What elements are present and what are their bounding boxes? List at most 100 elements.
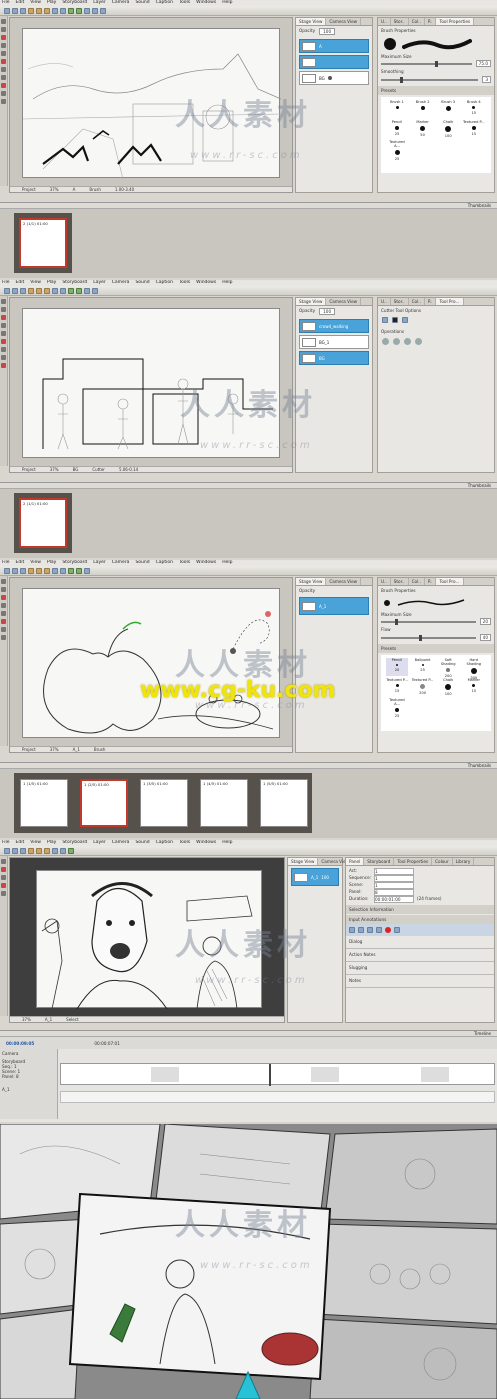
brush-preset[interactable]: Textured P... 15 (463, 120, 485, 138)
add-layer-icon[interactable] (76, 8, 82, 14)
brush-preset[interactable]: Brush 4 15 (463, 100, 485, 118)
opacity-input[interactable]: 100 (319, 28, 336, 35)
flip-horizontal-icon[interactable] (382, 338, 389, 345)
open-icon[interactable] (12, 568, 18, 574)
step-back-icon[interactable] (358, 927, 364, 933)
brush-tool-icon[interactable] (1, 315, 6, 320)
brush-preset[interactable]: Soft Shading 200 (437, 658, 459, 678)
play-icon[interactable] (92, 8, 98, 14)
brush-preset[interactable]: Brush 1 (386, 100, 408, 118)
cut-icon[interactable] (28, 8, 34, 14)
footer-zoom[interactable]: 37% (50, 747, 59, 752)
tab-tool-properties[interactable]: Tool Pro... (436, 298, 464, 305)
save-icon[interactable] (20, 288, 26, 294)
add-layer-icon[interactable] (76, 568, 82, 574)
pencil-tool-icon[interactable] (1, 875, 6, 880)
paste-icon[interactable] (44, 8, 50, 14)
layer-row[interactable]: A (299, 39, 369, 53)
tab-camera-view[interactable]: Camera View (326, 298, 362, 305)
rotate-ccw-icon[interactable] (415, 338, 422, 345)
tab-panel[interactable]: P.. (425, 578, 437, 585)
redo-icon[interactable] (60, 848, 66, 854)
panel-field[interactable]: 8 (374, 889, 414, 896)
tab-stage-view[interactable]: Stage View (296, 578, 327, 585)
undo-icon[interactable] (52, 8, 58, 14)
redo-icon[interactable] (60, 568, 66, 574)
select-tool-icon[interactable] (1, 579, 6, 584)
rotate-cw-icon[interactable] (404, 338, 411, 345)
transform-tool-icon[interactable] (1, 307, 6, 312)
panel-track[interactable] (60, 1063, 495, 1086)
select-tool-icon[interactable] (1, 299, 6, 304)
tab-colour[interactable]: Col.. (409, 298, 425, 305)
layer-row[interactable]: A_1 100 (291, 868, 339, 886)
paste-icon[interactable] (44, 568, 50, 574)
panel-thumbnail[interactable]: 1 (3/5) 01:00 (140, 779, 188, 827)
add-panel-icon[interactable] (68, 8, 74, 14)
brush-tool-icon[interactable] (1, 867, 6, 872)
text-tool-icon[interactable] (1, 51, 6, 56)
tab-storyboard[interactable]: Stor.. (391, 298, 409, 305)
open-icon[interactable] (12, 848, 18, 854)
brush-preset[interactable]: Marker 15 (463, 678, 485, 696)
brush-tip-icon[interactable] (384, 38, 396, 50)
eraser-tool-icon[interactable] (1, 59, 6, 64)
undo-icon[interactable] (52, 568, 58, 574)
panel-thumbnail[interactable]: 2 (1/1) 01:00 (19, 498, 67, 548)
select-tool-icon[interactable] (1, 859, 6, 864)
tab-panel[interactable]: P.. (425, 298, 437, 305)
layer-row[interactable]: crowd_walking (299, 319, 369, 333)
save-icon[interactable] (20, 848, 26, 854)
tab-tool-properties[interactable]: Tool Properties (394, 858, 433, 865)
step-forward-icon[interactable] (376, 927, 382, 933)
panel-thumbnail[interactable]: 1 (1/5) 01:00 (20, 779, 68, 827)
cutter-tool-icon[interactable] (1, 347, 6, 352)
tab-stage-view[interactable]: Stage View (288, 858, 319, 865)
brush-preset[interactable]: Textured P... 200 (412, 678, 434, 696)
dialog-section[interactable]: Dialog (346, 936, 494, 949)
new-icon[interactable] (4, 8, 10, 14)
tab-storyboard[interactable]: Storyboard (364, 858, 395, 865)
brush-preset[interactable]: Pencil 20 (386, 658, 408, 676)
copy-icon[interactable] (36, 568, 42, 574)
copy-icon[interactable] (36, 8, 42, 14)
pencil-tool-icon[interactable] (1, 603, 6, 608)
brush-preset[interactable]: Ballpoint 25 (412, 658, 434, 676)
tab-colour[interactable]: Col.. (409, 578, 425, 585)
new-icon[interactable] (4, 848, 10, 854)
tab-colour[interactable]: Col.. (409, 18, 425, 25)
brush-preset[interactable]: Hard Shading 300 (463, 658, 485, 680)
duration-field[interactable]: 00:00:01:00 (374, 896, 414, 903)
brush-preset[interactable]: Textured A... 25 (386, 698, 408, 718)
open-icon[interactable] (12, 8, 18, 14)
cutter-tool-icon[interactable] (1, 627, 6, 632)
flow-input[interactable]: 40 (479, 634, 491, 641)
undo-icon[interactable] (52, 848, 58, 854)
line-tool-icon[interactable] (1, 355, 6, 360)
tab-camera-view[interactable]: Camera View (326, 578, 362, 585)
add-layer-icon[interactable] (76, 288, 82, 294)
audio-track[interactable] (60, 1091, 495, 1103)
layer-row[interactable] (299, 55, 369, 69)
brush-tip-icon[interactable] (384, 600, 390, 606)
notes-section[interactable]: Notes (346, 975, 494, 988)
lasso-icon[interactable] (382, 317, 388, 323)
marquee-icon[interactable] (402, 317, 408, 323)
tab-u[interactable]: U.. (378, 18, 391, 25)
tab-camera-view[interactable]: Camera View (326, 18, 362, 25)
cutter-tool-icon[interactable] (1, 891, 6, 896)
eraser-tool-icon[interactable] (1, 619, 6, 624)
paint-tool-icon[interactable] (1, 363, 6, 368)
layer-row[interactable]: BG_1 (299, 335, 369, 349)
brush-preset[interactable]: Brush 2 (412, 100, 434, 118)
line-tool-icon[interactable] (1, 75, 6, 80)
add-panel-icon[interactable] (68, 848, 74, 854)
cut-icon[interactable] (28, 568, 34, 574)
sequence-field[interactable]: 1 (374, 875, 414, 882)
text-tool-icon[interactable] (1, 331, 6, 336)
tab-u[interactable]: U.. (378, 298, 391, 305)
panel-thumbnail[interactable]: 1 (5/5) 01:00 (260, 779, 308, 827)
brush-tool-icon[interactable] (1, 595, 6, 600)
record-icon[interactable] (385, 927, 391, 933)
cutter-tool-icon[interactable] (1, 67, 6, 72)
